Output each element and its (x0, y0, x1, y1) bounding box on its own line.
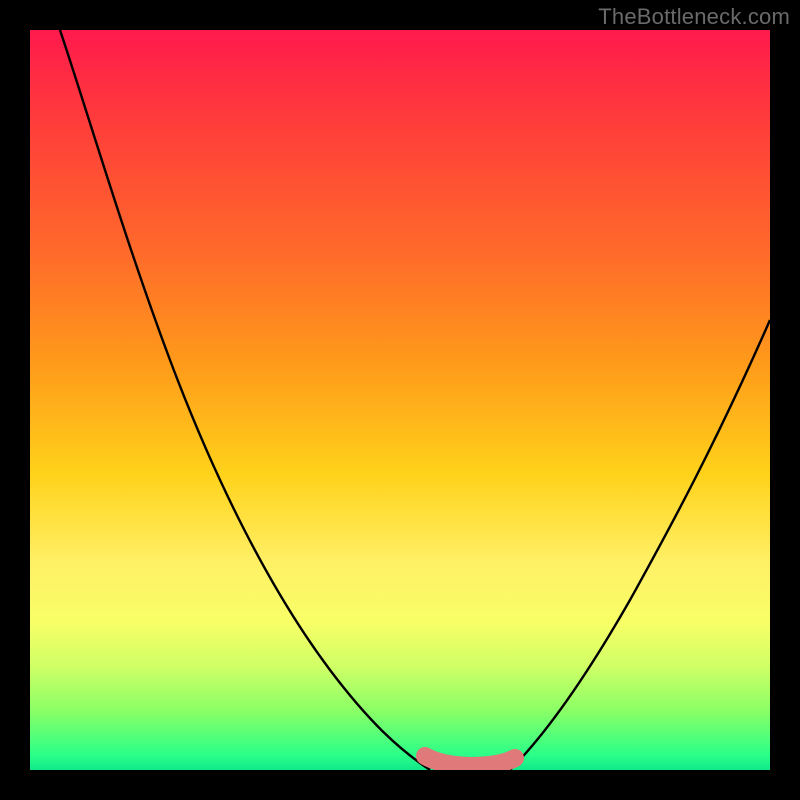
left-curve (60, 30, 430, 770)
curve-svg (30, 30, 770, 770)
watermark-text: TheBottleneck.com (598, 4, 790, 30)
right-curve (510, 320, 770, 770)
chart-frame: TheBottleneck.com (0, 0, 800, 800)
valley-segment (425, 756, 515, 766)
plot-area (30, 30, 770, 770)
